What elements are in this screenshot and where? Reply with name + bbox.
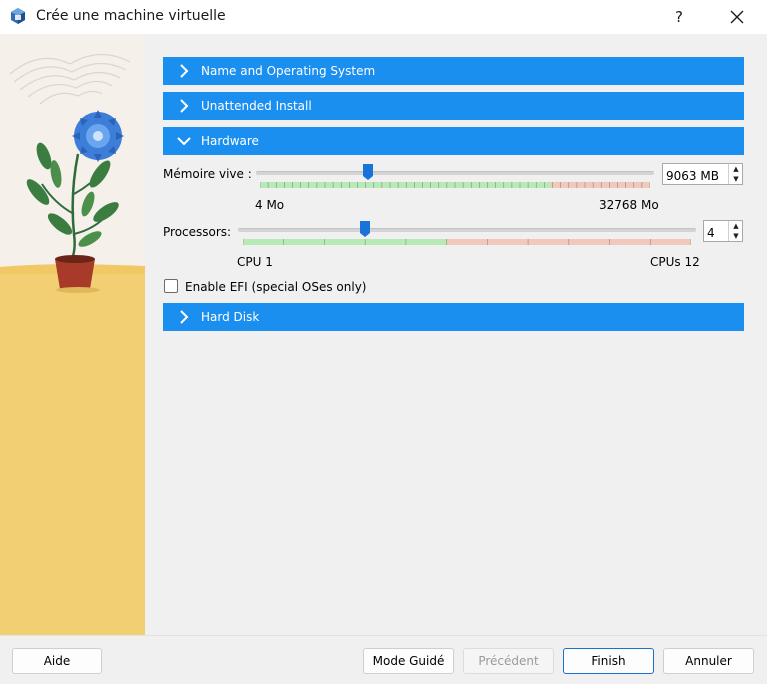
memory-scale xyxy=(260,182,650,188)
spin-down-icon[interactable]: ▼ xyxy=(729,174,743,184)
help-button[interactable]: ? xyxy=(664,2,694,32)
processors-slider-handle[interactable] xyxy=(360,221,371,237)
section-unattended-label: Unattended Install xyxy=(201,99,312,113)
scale-safe-range xyxy=(243,239,447,245)
processors-min-label: CPU 1 xyxy=(237,255,273,269)
spin-up-icon[interactable]: ▲ xyxy=(729,221,743,231)
section-hard-disk[interactable]: Hard Disk xyxy=(163,303,744,331)
virtualbox-icon xyxy=(11,8,25,24)
processors-input[interactable] xyxy=(704,221,729,241)
chevron-right-icon xyxy=(180,99,189,113)
memory-max-label: 32768 Mo xyxy=(599,198,659,212)
help-button[interactable]: Aide xyxy=(12,648,102,674)
section-hard-disk-label: Hard Disk xyxy=(201,310,260,324)
window-title: Crée une machine virtuelle xyxy=(36,8,226,24)
scale-safe-range xyxy=(260,182,551,188)
title-bar: Crée une machine virtuelle ? xyxy=(0,0,767,34)
section-name-os-label: Name and Operating System xyxy=(201,64,376,78)
finish-button[interactable]: Finish xyxy=(563,648,654,674)
memory-label: Mémoire vive : xyxy=(163,167,252,181)
chevron-right-icon xyxy=(180,64,189,78)
section-unattended[interactable]: Unattended Install xyxy=(163,92,744,120)
section-hardware[interactable]: Hardware xyxy=(163,127,744,155)
section-name-os[interactable]: Name and Operating System xyxy=(163,57,744,85)
wizard-illustration xyxy=(0,34,145,635)
cancel-button[interactable]: Annuler xyxy=(663,648,754,674)
processors-scale xyxy=(243,239,691,245)
efi-checkbox[interactable] xyxy=(164,279,178,293)
chevron-right-icon xyxy=(180,310,189,324)
section-hardware-label: Hardware xyxy=(201,134,259,148)
close-icon[interactable] xyxy=(722,2,752,32)
processors-slider-track[interactable] xyxy=(238,228,696,232)
processors-spin-buttons[interactable]: ▲ ▼ xyxy=(728,221,743,241)
memory-min-label: 4 Mo xyxy=(255,198,285,212)
memory-input[interactable] xyxy=(663,164,729,184)
guided-mode-button[interactable]: Mode Guidé xyxy=(363,648,454,674)
processors-label: Processors: xyxy=(163,225,232,239)
memory-slider-handle[interactable] xyxy=(362,164,373,180)
processors-spinbox[interactable]: ▲ ▼ xyxy=(703,220,743,242)
efi-checkbox-label[interactable]: Enable EFI (special OSes only) xyxy=(185,280,366,294)
scale-unsafe-range xyxy=(550,182,650,188)
memory-spinbox[interactable]: ▲ ▼ xyxy=(662,163,743,185)
button-bar: Aide Mode Guidé Précédent Finish Annuler xyxy=(0,635,767,684)
chevron-down-icon xyxy=(177,137,191,146)
processors-max-label: CPUs 12 xyxy=(650,255,700,269)
memory-spin-buttons[interactable]: ▲ ▼ xyxy=(728,164,743,184)
spin-down-icon[interactable]: ▼ xyxy=(729,231,743,241)
previous-button[interactable]: Précédent xyxy=(463,648,554,674)
memory-slider-track[interactable] xyxy=(256,171,654,175)
spin-up-icon[interactable]: ▲ xyxy=(729,164,743,174)
